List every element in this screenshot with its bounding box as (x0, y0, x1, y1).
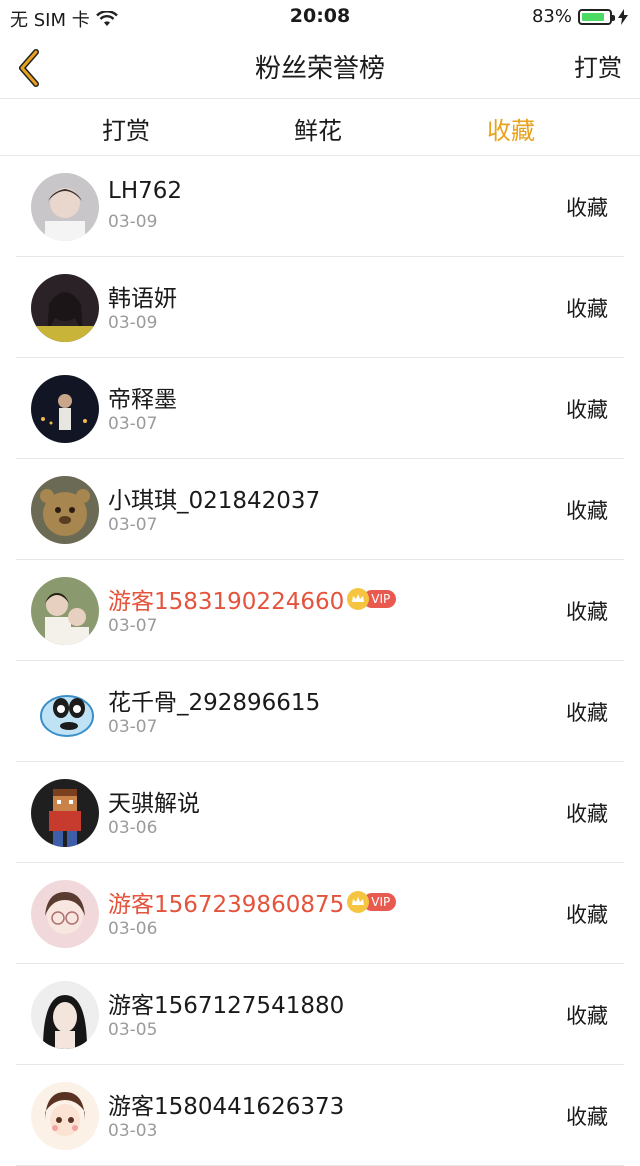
favorite-label: 收藏 (566, 297, 608, 321)
avatar (31, 880, 99, 948)
charging-icon (618, 8, 628, 25)
avatar (31, 1082, 99, 1150)
fan-name: 小琪琪_021842037 (108, 488, 321, 514)
avatar (31, 274, 99, 342)
status-bar: 无 SIM 卡 20:08 83% (0, 0, 640, 34)
fan-date: 03-09 (108, 212, 158, 232)
favorite-label: 收藏 (566, 701, 608, 725)
reward-button[interactable]: 打赏 (574, 48, 622, 83)
avatar (31, 375, 99, 443)
fan-name-vip: 游客1567239860875 VIP (108, 885, 397, 919)
fan-name-vip: 游客1583190224660 VIP (108, 582, 397, 616)
fan-list: LH762 03-09 收藏 韩语妍 03-09 收藏 帝释墨 03-07 收藏… (0, 156, 640, 1166)
fan-row[interactable]: 小琪琪_021842037 03-07 收藏 (16, 459, 624, 560)
fan-row[interactable]: 韩语妍 03-09 收藏 (16, 257, 624, 358)
vip-badge: VIP (347, 891, 397, 913)
fan-name: 游客1567239860875 (108, 892, 345, 918)
avatar (31, 779, 99, 847)
favorite-label: 收藏 (566, 903, 608, 927)
fan-date: 03-07 (108, 515, 158, 535)
fan-row[interactable]: 游客1583190224660 VIP 03-07 收藏 (16, 560, 624, 661)
fan-row[interactable]: 游客1580441626373 03-03 收藏 (16, 1065, 624, 1166)
avatar (31, 981, 99, 1049)
fan-row[interactable]: 天骐解说 03-06 收藏 (16, 762, 624, 863)
battery-icon (578, 8, 615, 25)
fan-date: 03-07 (108, 616, 158, 636)
favorite-label: 收藏 (566, 802, 608, 826)
avatar (31, 678, 99, 746)
tab-reward[interactable]: 打赏 (66, 111, 186, 146)
favorite-label: 收藏 (566, 600, 608, 624)
fan-row[interactable]: 游客1567239860875 VIP 03-06 收藏 (16, 863, 624, 964)
favorite-label: 收藏 (566, 196, 608, 220)
fan-row[interactable]: 帝释墨 03-07 收藏 (16, 358, 624, 459)
fan-name: 花千骨_292896615 (108, 690, 321, 716)
fan-row[interactable]: 游客1567127541880 03-05 收藏 (16, 964, 624, 1065)
avatar (31, 577, 99, 645)
page-title: 粉丝荣誉榜 (254, 54, 385, 84)
fan-name: 游客1567127541880 (108, 993, 345, 1019)
fan-row[interactable]: 花千骨_292896615 03-07 收藏 (16, 661, 624, 762)
fan-name: LH762 (108, 178, 183, 204)
crown-icon (347, 891, 370, 913)
favorite-label: 收藏 (566, 1105, 608, 1129)
favorite-label: 收藏 (566, 398, 608, 422)
fan-date: 03-07 (108, 717, 158, 737)
fan-date: 03-05 (108, 1020, 158, 1040)
fan-name: 帝释墨 (108, 387, 177, 413)
battery-level (582, 12, 604, 21)
fan-date: 03-03 (108, 1121, 158, 1141)
crown-icon (347, 588, 370, 610)
fan-name: 游客1580441626373 (108, 1094, 345, 1120)
favorite-label: 收藏 (566, 1004, 608, 1028)
fan-name: 游客1583190224660 (108, 589, 345, 615)
avatar (31, 173, 99, 241)
tab-bar: 打赏 鲜花 收藏 (0, 99, 640, 156)
fan-name: 天骐解说 (108, 791, 200, 817)
fan-row[interactable]: LH762 03-09 收藏 (16, 156, 624, 257)
fan-date: 03-09 (108, 313, 158, 333)
vip-badge: VIP (347, 588, 397, 610)
fan-date: 03-07 (108, 414, 158, 434)
fan-date: 03-06 (108, 818, 158, 838)
battery-status: 83% (532, 6, 628, 27)
fan-date: 03-06 (108, 919, 158, 939)
favorite-label: 收藏 (566, 499, 608, 523)
tab-flowers[interactable]: 鲜花 (258, 111, 378, 146)
tab-favorites[interactable]: 收藏 (451, 111, 571, 146)
nav-bar: 粉丝荣誉榜 打赏 (0, 34, 640, 99)
fan-name: 韩语妍 (108, 286, 177, 312)
battery-cap (612, 14, 615, 21)
battery-percent: 83% (531, 6, 572, 27)
avatar (31, 476, 99, 544)
